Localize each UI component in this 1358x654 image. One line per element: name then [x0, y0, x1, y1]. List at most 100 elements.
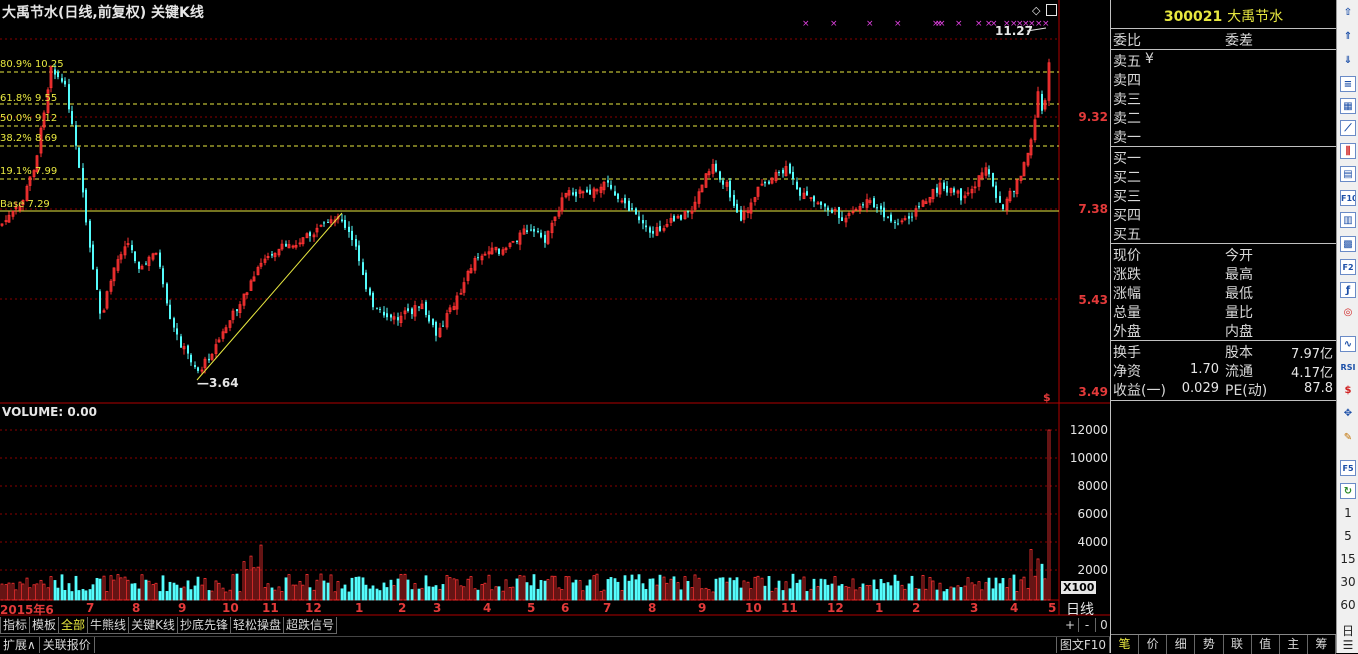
zoom-out-button[interactable]: -	[1079, 618, 1096, 632]
volume-bar	[21, 583, 25, 601]
volume-bar	[721, 577, 725, 601]
candle-body	[642, 220, 644, 224]
candle-body	[715, 163, 717, 172]
scroll-down-icon[interactable]: ⇓	[1340, 53, 1356, 69]
grid-icon[interactable]: ▦	[1340, 98, 1356, 114]
f10-icon[interactable]: F10	[1340, 190, 1356, 206]
volume-bar	[434, 585, 438, 601]
tab-chips[interactable]: 筹	[1308, 635, 1336, 654]
formula-icon[interactable]: ƒ	[1340, 282, 1356, 298]
volume-bar	[84, 590, 88, 601]
volume-bar	[67, 583, 71, 601]
tab-template[interactable]: 模板	[29, 617, 60, 634]
tab-indicator[interactable]: 指标	[0, 617, 31, 634]
month-label: 1	[875, 601, 884, 615]
expand-button[interactable]: 扩展∧	[0, 637, 40, 653]
period-60min[interactable]: 60	[1337, 598, 1358, 612]
diamond-icon[interactable]: ◇	[1032, 4, 1040, 17]
volume-bar	[119, 577, 123, 601]
fib-label: 61.8% 9.55	[0, 93, 58, 104]
refresh-icon[interactable]: ↻	[1340, 483, 1356, 499]
toolbar-more-icon[interactable]: ☰	[1337, 638, 1358, 652]
candle-body	[1002, 204, 1004, 210]
candle-body	[362, 262, 364, 275]
tab-value[interactable]: 值	[1252, 635, 1280, 654]
candle-body	[768, 181, 770, 184]
line-chart-icon[interactable]: ⟋	[1340, 120, 1356, 136]
month-label: 4	[1010, 601, 1019, 615]
volume-bar	[676, 582, 680, 601]
tab-key-k[interactable]: 关键K线	[128, 617, 178, 634]
f10-button[interactable]: 图文F10	[1055, 637, 1110, 653]
fib-label: 50.0% 9.12	[0, 113, 58, 124]
volume-bar	[165, 591, 169, 601]
volume-bar	[550, 575, 554, 601]
candlestick-icon[interactable]: ⫼	[1340, 143, 1356, 159]
window-restore-icon[interactable]	[1046, 4, 1057, 16]
chart-icon[interactable]: ▩	[1340, 236, 1356, 252]
related-quote-button[interactable]: 关联报价	[40, 637, 95, 653]
period-15min[interactable]: 15	[1337, 552, 1358, 566]
month-label: 10	[222, 601, 239, 615]
period-day[interactable]: 日	[1337, 622, 1358, 639]
volume-bar	[469, 576, 473, 601]
volume-bar	[399, 573, 403, 601]
month-label: 11	[781, 601, 798, 615]
candle-body	[54, 69, 56, 75]
wave-icon[interactable]: ∿	[1340, 336, 1356, 352]
scroll-up-icon[interactable]: ⇧	[1340, 5, 1356, 21]
period-5min[interactable]: 5	[1337, 529, 1358, 543]
tab-bull-bear[interactable]: 牛熊线	[87, 617, 130, 634]
volume-bar	[1019, 579, 1023, 601]
tab-link[interactable]: 联	[1224, 635, 1252, 654]
period-1min[interactable]: 1	[1337, 506, 1358, 520]
volume-bar	[280, 591, 284, 601]
pencil-icon[interactable]: ✎	[1340, 430, 1356, 446]
bid-row: 买三	[1113, 189, 1141, 205]
doc-icon[interactable]: ▥	[1340, 212, 1356, 228]
candle-body	[236, 309, 238, 312]
tab-trend[interactable]: 势	[1195, 635, 1224, 654]
record-icon[interactable]: ◎	[1340, 305, 1356, 321]
volume-bar	[522, 575, 526, 601]
period-label[interactable]: 日线	[1066, 599, 1094, 619]
volume-bar	[74, 575, 78, 601]
candle-body	[530, 229, 532, 231]
candle-body	[659, 226, 661, 231]
period-30min[interactable]: 30	[1337, 575, 1358, 589]
tab-price[interactable]: 价	[1139, 635, 1168, 654]
list-icon[interactable]: ≡	[1340, 76, 1356, 92]
candle-body	[526, 230, 528, 232]
volume-bar	[725, 581, 729, 601]
volume-bar	[483, 582, 487, 601]
rsi-icon[interactable]: RSI	[1340, 360, 1356, 376]
month-label: 2015年6	[0, 603, 54, 617]
scroll-up-arrow-icon[interactable]: ⇑	[1340, 29, 1356, 45]
month-label: 8	[648, 601, 657, 615]
volume-bar	[907, 583, 911, 601]
dollar-icon[interactable]: $	[1340, 383, 1356, 399]
detail-tabs: 笔 价 细 势 联 值 主 筹	[1111, 634, 1336, 654]
table-icon[interactable]: ▤	[1340, 166, 1356, 182]
volume-bar	[438, 588, 442, 601]
candle-body	[876, 207, 878, 209]
f5-icon[interactable]: F5	[1340, 460, 1356, 476]
candle-body	[635, 208, 637, 215]
zoom-in-button[interactable]: +	[1062, 618, 1079, 632]
tab-bottom-pioneer[interactable]: 抄底先锋	[176, 617, 231, 634]
move-icon[interactable]: ✥	[1340, 406, 1356, 422]
tab-oversold-signal[interactable]: 超跌信号	[282, 617, 337, 634]
tab-tick[interactable]: 笔	[1111, 635, 1140, 654]
ask-row: 卖五 ¥	[1113, 51, 1154, 70]
tab-main[interactable]: 主	[1280, 635, 1308, 654]
volume-bar	[350, 577, 354, 601]
tab-easy-trade[interactable]: 轻松操盘	[229, 617, 284, 634]
f2-icon[interactable]: F2	[1340, 259, 1356, 275]
tab-detail[interactable]: 细	[1167, 635, 1196, 654]
tab-all[interactable]: 全部	[58, 617, 89, 634]
volume-bar	[697, 577, 701, 601]
volume-bar	[914, 588, 918, 601]
candle-body	[159, 252, 161, 267]
volume-bar	[42, 583, 46, 601]
volume-bar	[690, 587, 694, 601]
